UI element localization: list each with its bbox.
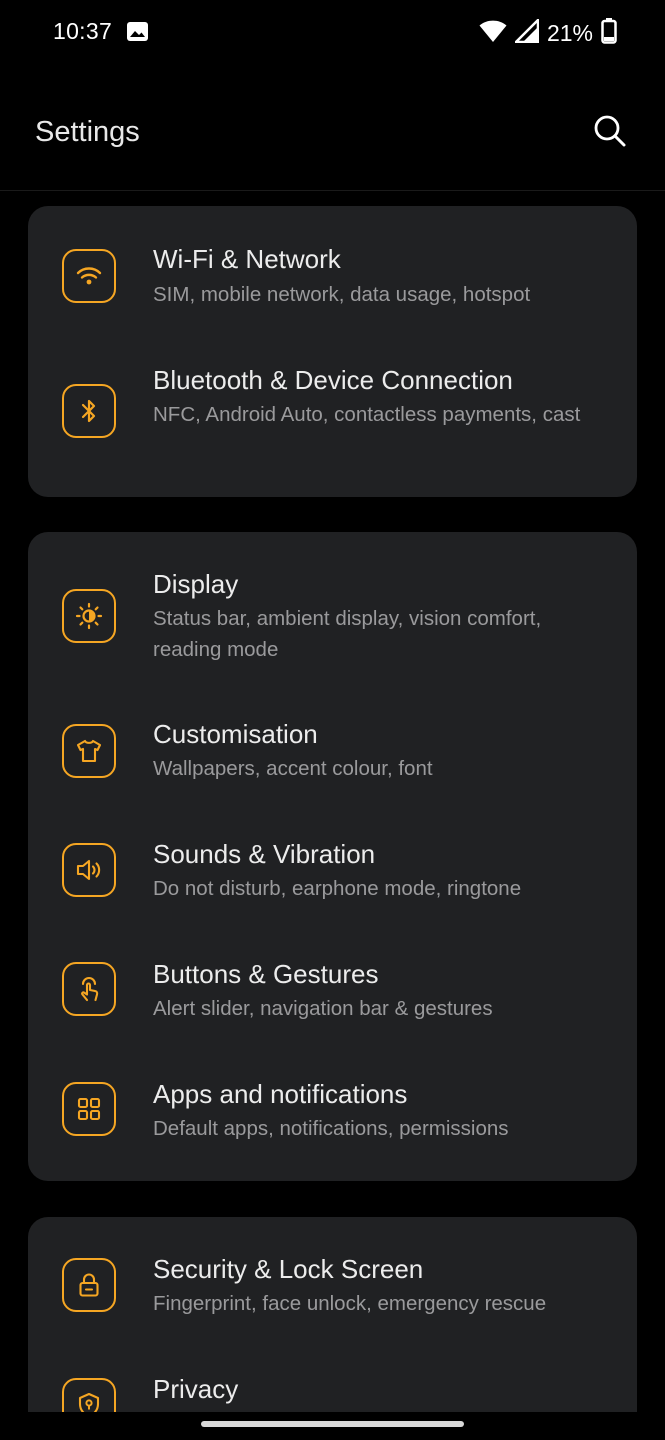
touch-gesture-icon <box>62 962 116 1016</box>
settings-item-subtitle: Status bar, ambient display, vision comf… <box>153 607 542 661</box>
status-right: 21% <box>479 17 617 49</box>
settings-item-title: Customisation <box>153 719 318 749</box>
settings-item-wifi-network[interactable]: Wi-Fi & Network SIM, mobile network, dat… <box>28 218 637 338</box>
settings-item-title: Buttons & Gestures <box>153 959 379 989</box>
settings-item-title: Wi-Fi & Network <box>153 244 341 274</box>
battery-percent: 21% <box>546 19 593 46</box>
page-title: Settings <box>35 116 140 148</box>
settings-item-title: Apps and notifications <box>153 1079 408 1109</box>
settings-item-subtitle: Do not disturb, earphone mode, ringtone <box>153 877 522 900</box>
search-icon <box>593 114 627 153</box>
settings-item-title: Sounds & Vibration <box>153 839 376 869</box>
image-notification-icon <box>127 22 148 41</box>
wifi-icon <box>479 19 507 48</box>
settings-group-security: Security & Lock Screen Fingerprint, face… <box>28 1217 637 1412</box>
settings-item-subtitle: Default apps, notifications, permissions <box>153 1117 509 1140</box>
settings-item-title: Bluetooth & Device Connection <box>153 365 513 395</box>
settings-item-security-lock-screen[interactable]: Security & Lock Screen Fingerprint, face… <box>28 1229 637 1347</box>
app-header: Settings <box>0 96 665 191</box>
settings-group-connectivity: Wi-Fi & Network SIM, mobile network, dat… <box>28 206 637 497</box>
settings-item-subtitle: SIM, mobile network, data usage, hotspot <box>153 283 531 306</box>
bluetooth-icon <box>62 384 116 438</box>
settings-item-title: Security & Lock Screen <box>153 1254 424 1284</box>
settings-item-customisation[interactable]: Customisation Wallpapers, accent colour,… <box>28 694 637 812</box>
settings-item-apps-notifications[interactable]: Apps and notifications Default apps, not… <box>28 1054 637 1172</box>
settings-item-subtitle: NFC, Android Auto, contactless payments,… <box>153 403 581 426</box>
settings-group-personalisation: Display Status bar, ambient display, vis… <box>28 532 637 1181</box>
brightness-icon <box>62 589 116 643</box>
status-bar: 10:37 21% <box>0 0 665 64</box>
search-button[interactable] <box>587 110 633 156</box>
tshirt-icon <box>62 724 116 778</box>
privacy-shield-icon <box>62 1378 116 1412</box>
apps-grid-icon <box>62 1082 116 1136</box>
home-indicator[interactable] <box>201 1421 464 1427</box>
settings-item-privacy[interactable]: Privacy <box>28 1349 637 1412</box>
settings-item-title: Privacy <box>153 1374 239 1404</box>
wifi-icon <box>62 249 116 303</box>
settings-item-title: Display <box>153 569 239 599</box>
settings-item-sounds-vibration[interactable]: Sounds & Vibration Do not disturb, earph… <box>28 814 637 932</box>
lock-icon <box>62 1258 116 1312</box>
speaker-icon <box>62 843 116 897</box>
settings-item-buttons-gestures[interactable]: Buttons & Gestures Alert slider, navigat… <box>28 934 637 1052</box>
settings-item-bluetooth[interactable]: Bluetooth & Device Connection NFC, Andro… <box>28 341 637 491</box>
status-time: 10:37 <box>53 18 113 44</box>
battery-icon <box>601 17 617 49</box>
cell-signal-icon <box>514 18 540 48</box>
settings-item-display[interactable]: Display Status bar, ambient display, vis… <box>28 542 637 692</box>
settings-item-subtitle: Alert slider, navigation bar & gestures <box>153 997 493 1020</box>
settings-item-subtitle: Fingerprint, face unlock, emergency resc… <box>153 1292 547 1315</box>
settings-item-subtitle: Wallpapers, accent colour, font <box>153 757 433 780</box>
